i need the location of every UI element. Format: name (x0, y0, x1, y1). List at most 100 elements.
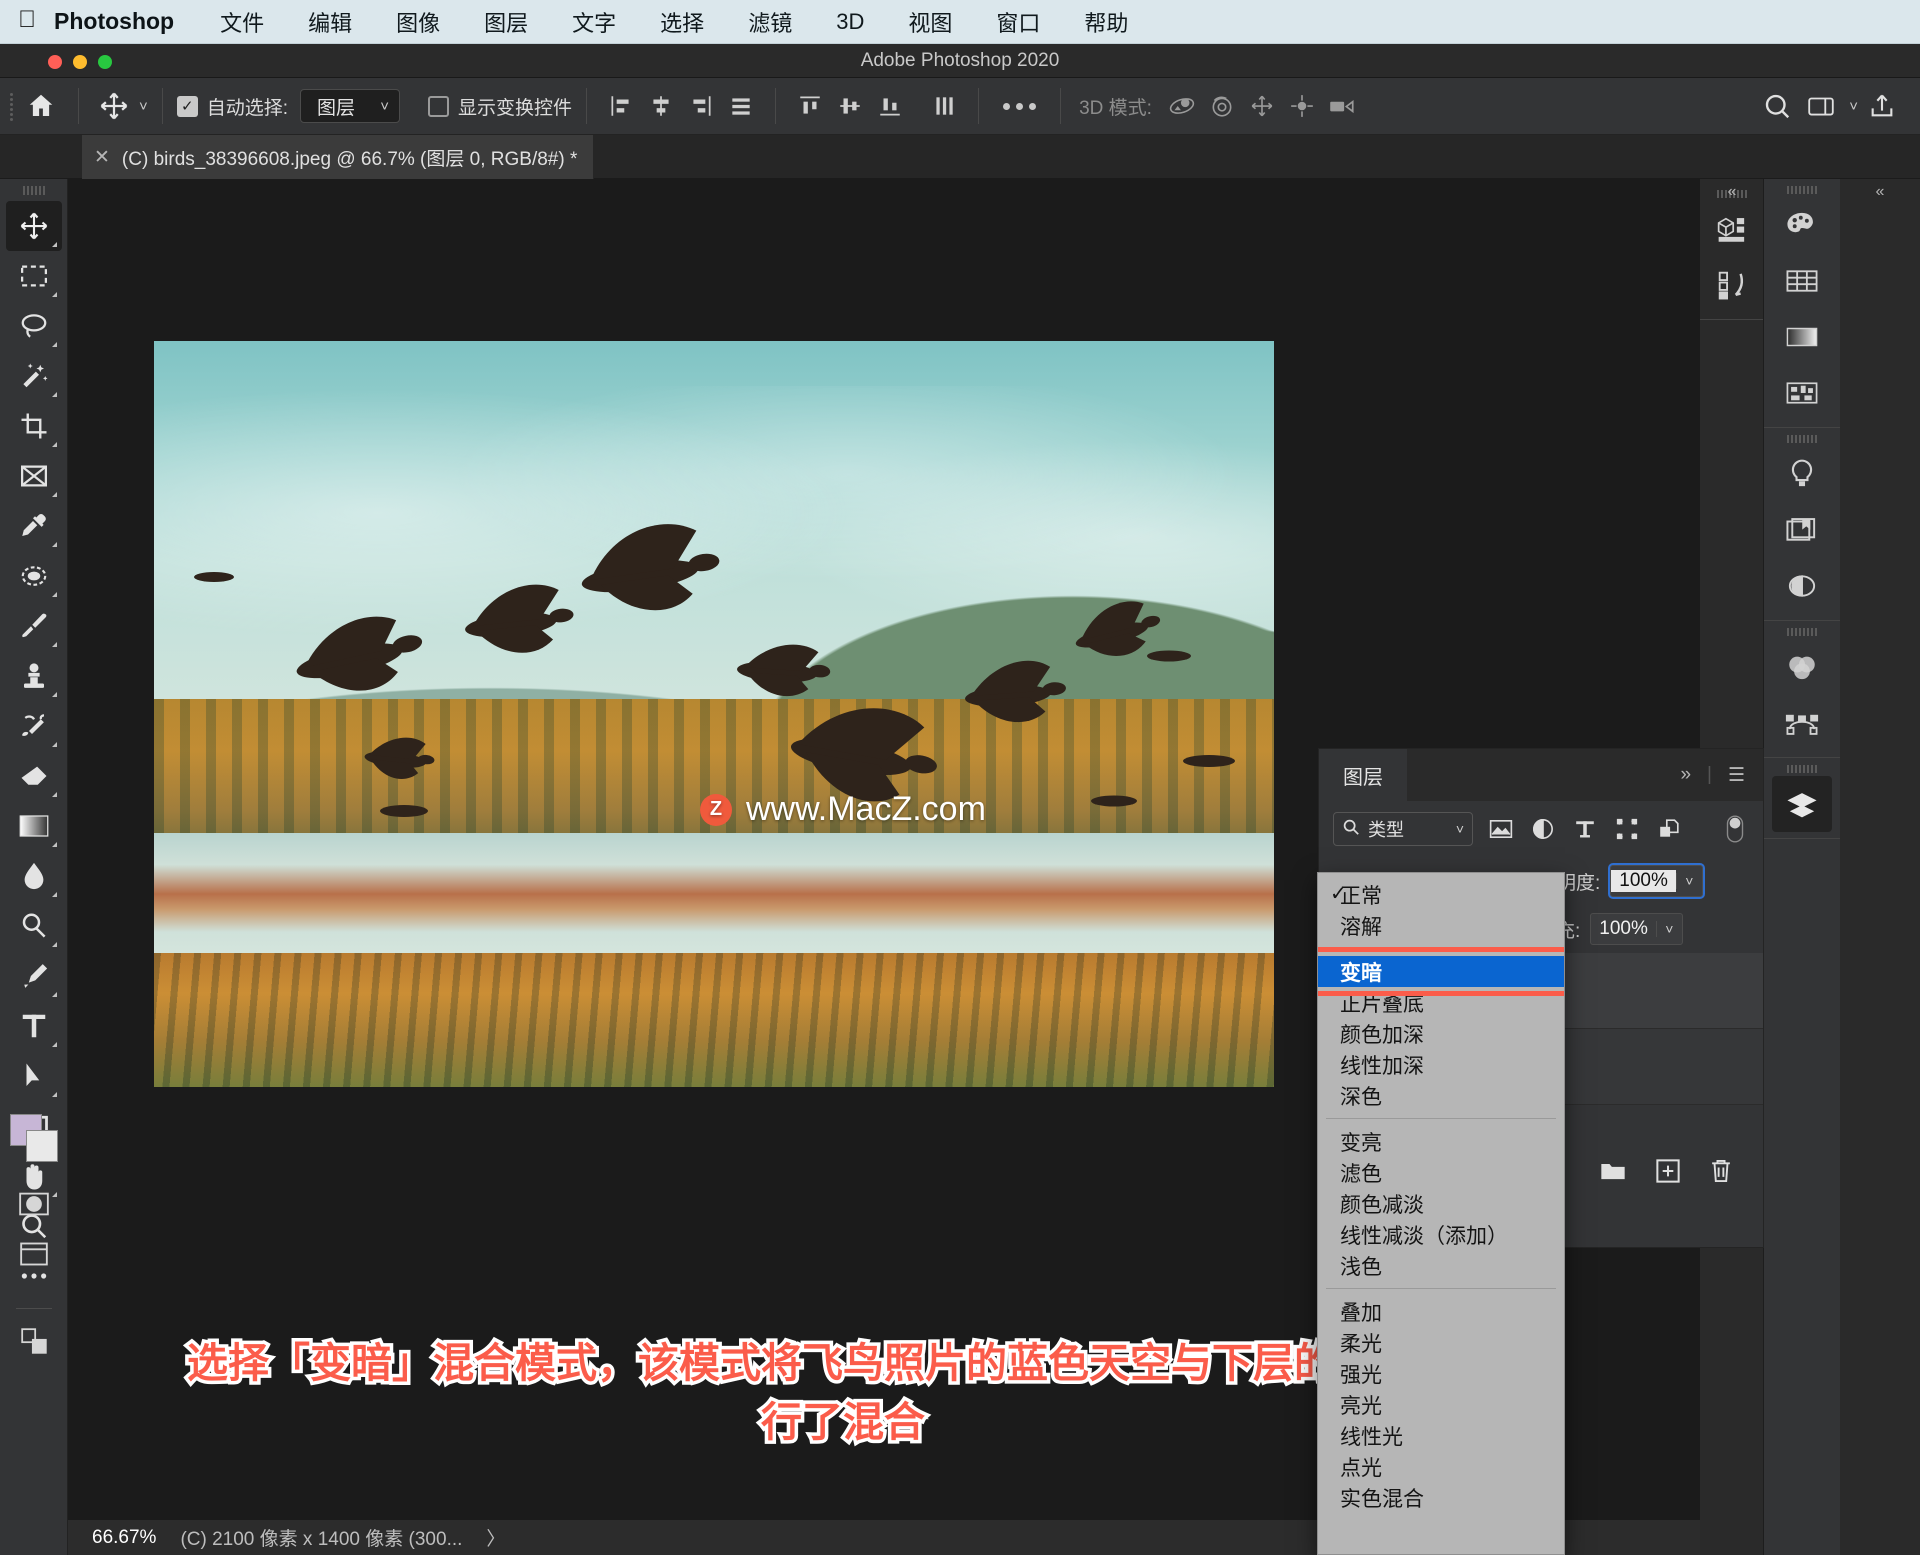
type-tool[interactable] (6, 1001, 62, 1051)
eyedropper-tool[interactable] (6, 501, 62, 551)
auto-select-checkbox[interactable]: ✓ (177, 96, 198, 117)
menu-item-help[interactable]: 帮助 (1062, 6, 1150, 38)
blend-mode-option[interactable]: 滤色 (1318, 1157, 1564, 1188)
blend-mode-option[interactable]: ✓正常 (1318, 879, 1564, 910)
align-bottom-icon[interactable] (870, 87, 910, 125)
new-group-icon[interactable] (1599, 1159, 1627, 1188)
swatches-grid-icon[interactable] (1770, 253, 1834, 309)
blend-mode-option[interactable]: 叠加 (1318, 1296, 1564, 1327)
menu-item-image[interactable]: 图像 (374, 6, 462, 38)
home-icon[interactable] (18, 83, 64, 129)
auto-select-scope-dropdown[interactable]: 图层 ˅ (300, 89, 400, 123)
menu-item-select[interactable]: 选择 (638, 6, 726, 38)
blend-mode-option[interactable]: 正片叠底 (1318, 987, 1564, 1018)
type-layer-filter-icon[interactable] (1571, 814, 1599, 844)
layer-filter-type-dropdown[interactable]: 类型 ˅ (1333, 812, 1473, 846)
default-colors-icon[interactable] (6, 1316, 62, 1366)
blur-tool[interactable] (6, 851, 62, 901)
menu-item-view[interactable]: 视图 (886, 6, 974, 38)
new-layer-icon[interactable] (1655, 1158, 1681, 1189)
dodge-tool[interactable] (6, 901, 62, 951)
align-right-icon[interactable] (681, 87, 721, 125)
chevron-down-icon[interactable]: ˅ (1849, 98, 1858, 115)
align-center-h-icon[interactable] (641, 87, 681, 125)
quick-mask-icon[interactable] (6, 1179, 62, 1229)
blend-mode-option[interactable]: 点光 (1318, 1451, 1564, 1482)
shape-layer-filter-icon[interactable] (1613, 814, 1641, 844)
eraser-tool[interactable] (6, 751, 62, 801)
pan-3d-icon[interactable] (1242, 87, 1282, 125)
slide-3d-icon[interactable] (1282, 87, 1322, 125)
color-swatches[interactable] (10, 1114, 60, 1166)
menu-item-type[interactable]: 文字 (550, 6, 638, 38)
blend-mode-option[interactable]: 颜色减淡 (1318, 1188, 1564, 1219)
workspace-icon[interactable] (1801, 87, 1841, 125)
collapse-panels-icon[interactable]: « (1840, 179, 1920, 205)
share-icon[interactable] (1862, 87, 1902, 125)
document-image[interactable]: Z www.MacZ.com (154, 341, 1274, 1087)
blend-mode-option[interactable]: 柔光 (1318, 1327, 1564, 1358)
lasso-tool[interactable] (6, 301, 62, 351)
align-top-icon[interactable] (790, 87, 830, 125)
align-left-icon[interactable] (601, 87, 641, 125)
panel-grip[interactable] (1764, 179, 1840, 197)
color-palette-icon[interactable] (1770, 197, 1834, 253)
fill-field[interactable]: 100% ˅ (1590, 913, 1683, 945)
properties-half-circle-icon[interactable] (1770, 558, 1834, 614)
crop-tool[interactable] (6, 401, 62, 451)
blend-mode-option[interactable]: 实色混合 (1318, 1482, 1564, 1513)
tab-layers[interactable]: 图层 (1319, 749, 1407, 801)
status-expand-arrow-icon[interactable]: 〉 (486, 1524, 505, 1551)
blend-mode-option[interactable]: 溶解 (1318, 910, 1564, 941)
app-name-label[interactable]: Photoshop (54, 8, 198, 35)
panel-grip[interactable] (1764, 428, 1840, 446)
blend-mode-option[interactable]: 变暗 (1318, 956, 1564, 987)
gradient-tool[interactable] (6, 801, 62, 851)
screen-mode-icon[interactable] (6, 1229, 62, 1279)
blend-mode-option[interactable]: 强光 (1318, 1358, 1564, 1389)
delete-layer-icon[interactable] (1709, 1158, 1733, 1189)
options-bar-grip[interactable] (8, 89, 18, 123)
3d-panel-icon[interactable] (1700, 201, 1764, 257)
document-tab[interactable]: ✕ (C) birds_38396608.jpeg @ 66.7% (图层 0,… (82, 135, 594, 179)
spot-heal-tool[interactable] (6, 551, 62, 601)
pixel-layer-filter-icon[interactable] (1487, 814, 1515, 844)
more-options-icon[interactable] (993, 103, 1046, 110)
opacity-field[interactable]: 100% ˅ (1610, 865, 1703, 897)
move-tool-icon[interactable] (93, 86, 135, 126)
blend-mode-option[interactable]: 浅色 (1318, 1250, 1564, 1281)
move-tool[interactable] (6, 201, 62, 251)
roll-3d-icon[interactable] (1202, 87, 1242, 125)
brush-tool[interactable] (6, 601, 62, 651)
smart-object-filter-icon[interactable] (1655, 814, 1683, 844)
adjustment-layer-filter-icon[interactable] (1529, 814, 1557, 844)
blend-mode-dropdown-menu[interactable]: ✓正常溶解变暗正片叠底颜色加深线性加深深色变亮滤色颜色减淡线性减淡（添加）浅色叠… (1317, 872, 1565, 1555)
frame-tool[interactable] (6, 451, 62, 501)
path-select-tool[interactable] (6, 1051, 62, 1101)
blend-mode-option[interactable]: 颜色加深 (1318, 1018, 1564, 1049)
camera-3d-icon[interactable] (1322, 87, 1362, 125)
foreground-color-swatch[interactable] (26, 1130, 58, 1162)
gradients-icon[interactable] (1770, 309, 1834, 365)
filter-toggle-icon[interactable] (1721, 814, 1749, 844)
chevron-down-icon[interactable]: ˅ (139, 98, 148, 115)
align-middle-v-icon[interactable] (830, 87, 870, 125)
collapse-panels-icon[interactable]: « (1700, 179, 1764, 205)
tools-panel-grip[interactable] (0, 179, 67, 201)
menu-item-edit[interactable]: 编辑 (286, 6, 374, 38)
menu-item-window[interactable]: 窗口 (974, 6, 1062, 38)
chevron-down-icon[interactable]: ˅ (1656, 921, 1682, 937)
libraries-icon[interactable] (1770, 502, 1834, 558)
paths-curve-icon[interactable] (1770, 695, 1834, 751)
layers-stack-icon[interactable] (1772, 776, 1832, 832)
panel-grip[interactable] (1764, 621, 1840, 639)
marquee-tool[interactable] (6, 251, 62, 301)
chevron-down-icon[interactable]: ˅ (1676, 873, 1702, 889)
distribute-h-icon[interactable] (721, 87, 761, 125)
search-icon[interactable] (1757, 87, 1797, 125)
menu-item-3d[interactable]: 3D (814, 9, 886, 35)
panel-menu-icon[interactable]: ☰ (1728, 764, 1745, 787)
distribute-v-icon[interactable] (924, 87, 964, 125)
blend-mode-option[interactable]: 线性光 (1318, 1420, 1564, 1451)
panel-grip[interactable] (1764, 758, 1840, 776)
